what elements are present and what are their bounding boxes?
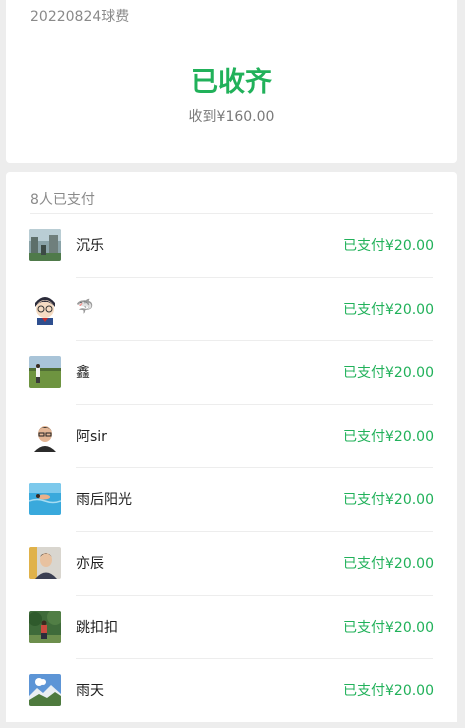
row-divider	[76, 403, 433, 405]
avatar-person-portrait[interactable]	[29, 546, 61, 579]
payer-name: 雨天	[76, 683, 104, 700]
payer-row[interactable]: 亦辰 已支付¥20.00	[6, 530, 457, 595]
avatar-city-scene[interactable]	[29, 229, 61, 261]
payer-row[interactable]: 雨后阳光 已支付¥20.00	[6, 467, 457, 531]
avatar-swimming-pool[interactable]	[29, 483, 61, 516]
avatar-person-trees[interactable]	[29, 610, 61, 643]
payer-amount: 已支付¥20.00	[343, 492, 434, 509]
payer-list: 沉乐 已支付¥20.00 🦈 已支付¥20.00 鑫 已支付¥20.00 阿si…	[6, 213, 457, 722]
payer-amount: 已支付¥20.00	[343, 619, 434, 636]
payer-name: 沉乐	[76, 238, 104, 254]
payer-list-card: 8人已支付 沉乐 已支付¥20.00 🦈 已支付¥20.00 鑫 已支付¥20.…	[6, 172, 457, 722]
paid-count-label: 8人已支付	[30, 192, 95, 208]
payer-name: 亦辰	[76, 555, 104, 572]
payer-amount: 已支付¥20.00	[343, 683, 434, 700]
payer-row[interactable]: 沉乐 已支付¥20.00	[6, 213, 457, 277]
row-divider	[76, 467, 433, 469]
payer-amount: 已支付¥20.00	[343, 555, 434, 572]
payer-row[interactable]: 阿sir 已支付¥20.00	[6, 403, 457, 468]
received-amount: 收到¥160.00	[188, 109, 275, 125]
row-divider	[30, 213, 433, 214]
payer-amount: 已支付¥20.00	[343, 238, 434, 254]
avatar-person-field[interactable]	[29, 356, 61, 389]
payer-name: 阿sir	[76, 428, 107, 445]
payer-row[interactable]: 跳扣扣 已支付¥20.00	[6, 594, 457, 659]
avatar-person-glasses[interactable]	[29, 419, 61, 452]
payer-row[interactable]: 鑫 已支付¥20.00	[6, 340, 457, 404]
collection-summary-card: 20220824球费 已收齐 收到¥160.00	[6, 0, 457, 163]
payer-name: 跳扣扣	[76, 619, 118, 636]
payer-name: 🦈	[76, 298, 94, 315]
row-divider	[76, 530, 433, 532]
row-divider	[76, 594, 433, 596]
payer-amount: 已支付¥20.00	[343, 428, 434, 445]
row-divider	[76, 340, 433, 342]
payer-name: 鑫	[76, 365, 90, 382]
event-title: 20220824球费	[30, 9, 130, 25]
collection-status: 已收齐	[191, 67, 272, 98]
payer-row[interactable]: 雨天 已支付¥20.00	[6, 658, 457, 722]
payer-name: 雨后阳光	[76, 492, 132, 509]
payer-row[interactable]: 🦈 已支付¥20.00	[6, 276, 457, 341]
avatar-mountain-sky[interactable]	[29, 674, 61, 707]
payer-amount: 已支付¥20.00	[343, 365, 434, 382]
payer-amount: 已支付¥20.00	[343, 301, 434, 318]
avatar-cartoon-detective[interactable]	[29, 292, 61, 325]
row-divider	[76, 276, 433, 278]
row-divider	[76, 658, 433, 660]
